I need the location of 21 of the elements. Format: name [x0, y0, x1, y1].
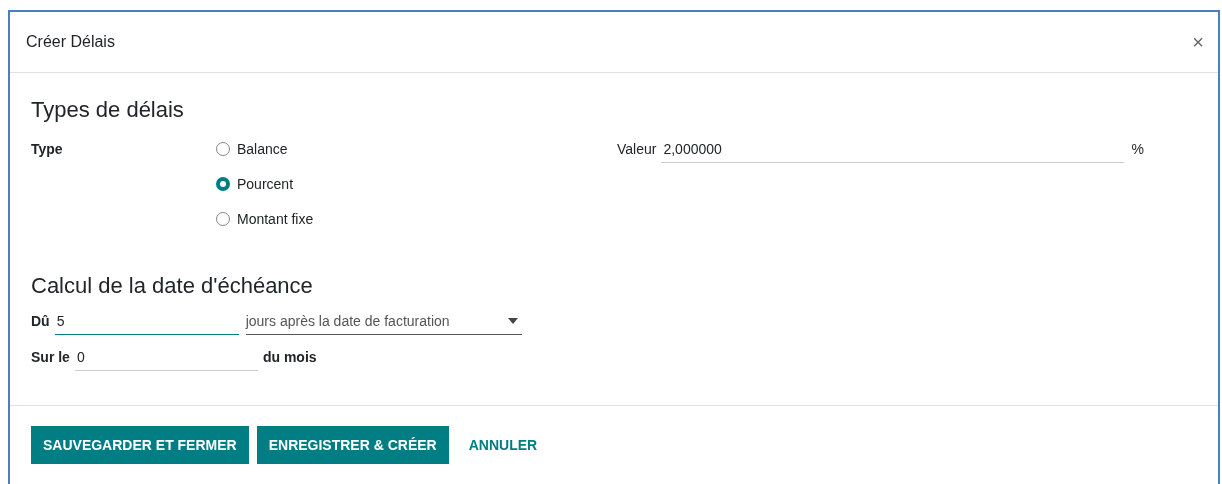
field-label: Valeur — [617, 141, 657, 157]
radio-option[interactable]: Pourcent — [216, 176, 294, 192]
action-button[interactable]: ENREGISTRER & CRÉER — [256, 426, 449, 464]
close-button[interactable]: × — [1192, 30, 1204, 54]
section-heading: Calcul de la date d'échéance — [31, 273, 314, 299]
term-select[interactable]: jours après la date de facturation — [245, 313, 522, 335]
radio-option[interactable]: Balance — [216, 141, 288, 157]
section-heading: Types de délais — [31, 97, 185, 123]
radio-option[interactable]: Montant fixe — [216, 211, 314, 227]
field-label: Type — [31, 141, 64, 159]
field-label: Sur le — [31, 349, 70, 365]
caret-icon — [507, 318, 518, 324]
unit-label: % — [1131, 141, 1144, 157]
cancel-button[interactable]: ANNULER — [456, 426, 550, 464]
field-label: Dû — [31, 313, 50, 329]
value-field[interactable]: 2,000000 — [661, 141, 1125, 163]
field-label: du mois — [262, 349, 317, 365]
day-field[interactable]: 0 — [74, 349, 258, 371]
dialog-title: Créer Délais — [26, 33, 115, 51]
due-field[interactable]: 5 — [54, 313, 239, 335]
action-button[interactable]: SAUVEGARDER ET FERMER — [31, 426, 249, 464]
